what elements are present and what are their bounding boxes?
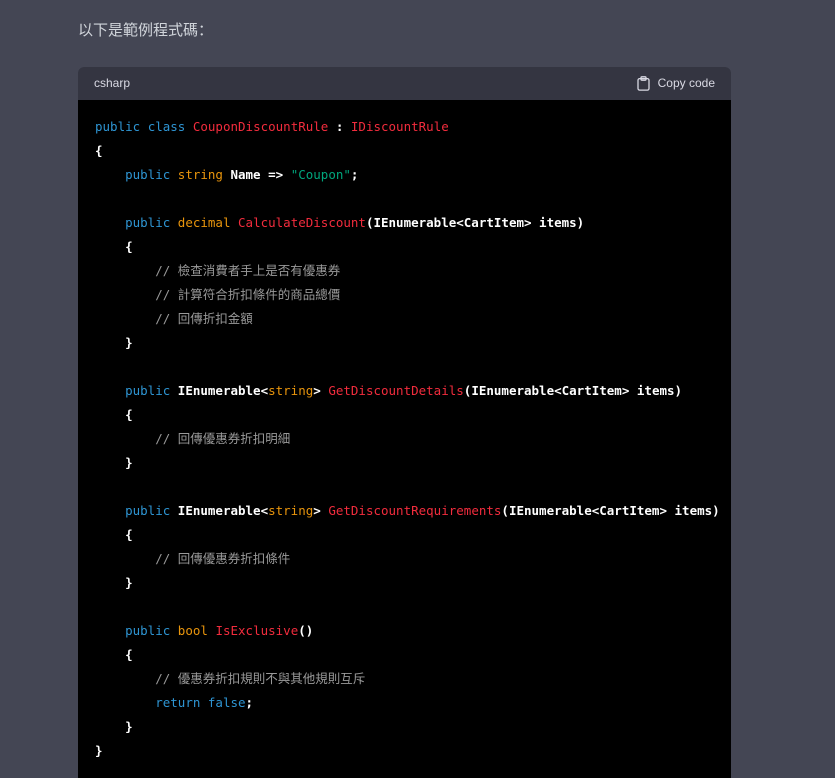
code-line: {: [95, 235, 731, 259]
code-line: public decimal CalculateDiscount(IEnumer…: [95, 211, 731, 235]
code-language-label: csharp: [94, 76, 130, 90]
code-line: [95, 475, 731, 499]
code-line: }: [95, 571, 731, 595]
code-line: // 回傳折扣金額: [95, 307, 731, 331]
message-text: 以下是範例程式碼：: [78, 20, 731, 43]
code-line: // 計算符合折扣條件的商品總價: [95, 283, 731, 307]
code-line: {: [95, 523, 731, 547]
code-line: public class CouponDiscountRule : IDisco…: [95, 115, 731, 139]
copy-code-button[interactable]: Copy code: [637, 76, 715, 91]
code-line: {: [95, 403, 731, 427]
code-line: public string Name => "Coupon";: [95, 163, 731, 187]
code-content: public class CouponDiscountRule : IDisco…: [78, 100, 731, 778]
code-line: // 優惠券折扣規則不與其他規則互斥: [95, 667, 731, 691]
code-line: public IEnumerable<string> GetDiscountDe…: [95, 379, 731, 403]
code-line: }: [95, 739, 731, 763]
copy-icon: [637, 76, 650, 91]
code-line: {: [95, 139, 731, 163]
code-line: }: [95, 451, 731, 475]
code-block-header: csharp Copy code: [78, 67, 731, 100]
code-line: public bool IsExclusive(): [95, 619, 731, 643]
code-line: return false;: [95, 691, 731, 715]
code-block: csharp Copy code public class CouponDisc…: [78, 67, 731, 778]
code-line: [95, 355, 731, 379]
code-line: public IEnumerable<string> GetDiscountRe…: [95, 499, 731, 523]
code-line: // 回傳優惠券折扣明細: [95, 427, 731, 451]
code-line: {: [95, 643, 731, 667]
chat-message: 以下是範例程式碼： csharp Copy code public class …: [0, 0, 835, 778]
code-line: }: [95, 331, 731, 355]
code-line: }: [95, 715, 731, 739]
copy-code-label: Copy code: [658, 76, 715, 90]
code-line: [95, 595, 731, 619]
code-line: // 回傳優惠券折扣條件: [95, 547, 731, 571]
code-line: [95, 187, 731, 211]
code-line: // 檢查消費者手上是否有優惠券: [95, 259, 731, 283]
